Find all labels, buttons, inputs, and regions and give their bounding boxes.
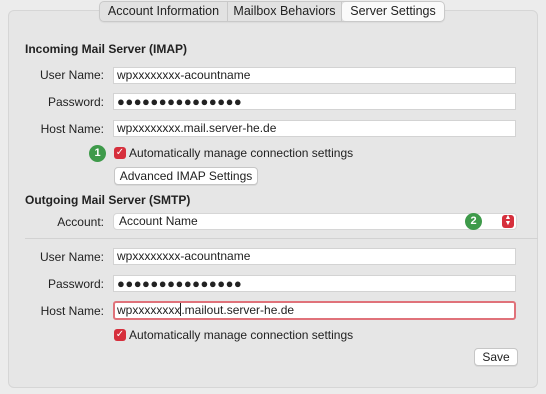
outgoing-password-field[interactable]: ●●●●●●●●●●●●●●● [113,275,516,292]
outgoing-password-label: Password: [47,277,104,291]
tab-bar: Account Information Mailbox Behaviors Se… [99,1,445,22]
incoming-host-label: Host Name: [40,122,104,136]
tab-mailbox-behaviors[interactable]: Mailbox Behaviors [228,2,342,21]
outgoing-host-label: Host Name: [40,304,104,318]
outgoing-host-value-start: wpxxxxxxxx [117,303,181,317]
incoming-auto-label: Automatically manage connection settings [129,146,354,160]
outgoing-auto-checkbox[interactable]: ✓ [114,329,126,341]
outgoing-section-title: Outgoing Mail Server (SMTP) [25,193,191,207]
outgoing-account-select[interactable]: Account Name ▲ ▼ [113,213,517,230]
outgoing-host-field[interactable]: wpxxxxxxxx.mailout.server-he.de [113,301,516,320]
incoming-auto-checkbox[interactable]: ✓ [114,147,126,159]
incoming-section-title: Incoming Mail Server (IMAP) [25,42,188,56]
tab-account-information[interactable]: Account Information [100,2,228,21]
outgoing-host-value-end: .mailout.server-he.de [181,303,295,317]
outgoing-auto-label: Automatically manage connection settings [129,328,354,342]
annotation-badge-2: 2 [465,213,482,230]
outgoing-account-label: Account: [57,215,104,229]
outgoing-user-field[interactable]: wpxxxxxxxx-acountname [113,248,516,265]
incoming-password-field[interactable]: ●●●●●●●●●●●●●●● [113,93,516,110]
incoming-password-label: Password: [47,95,104,109]
outgoing-account-value: Account Name [119,214,198,228]
incoming-user-field[interactable]: wpxxxxxxxx-acountname [113,67,516,84]
outgoing-user-label: User Name: [39,250,104,264]
section-divider [25,238,538,239]
chevron-up-down-icon: ▲ ▼ [502,214,514,228]
incoming-host-field[interactable]: wpxxxxxxxx.mail.server-he.de [113,120,516,137]
incoming-user-label: User Name: [39,68,104,82]
advanced-imap-settings-button[interactable]: Advanced IMAP Settings [114,167,258,185]
annotation-badge-1: 1 [89,145,106,162]
tab-server-settings[interactable]: Server Settings [342,2,444,21]
save-button[interactable]: Save [474,348,518,366]
